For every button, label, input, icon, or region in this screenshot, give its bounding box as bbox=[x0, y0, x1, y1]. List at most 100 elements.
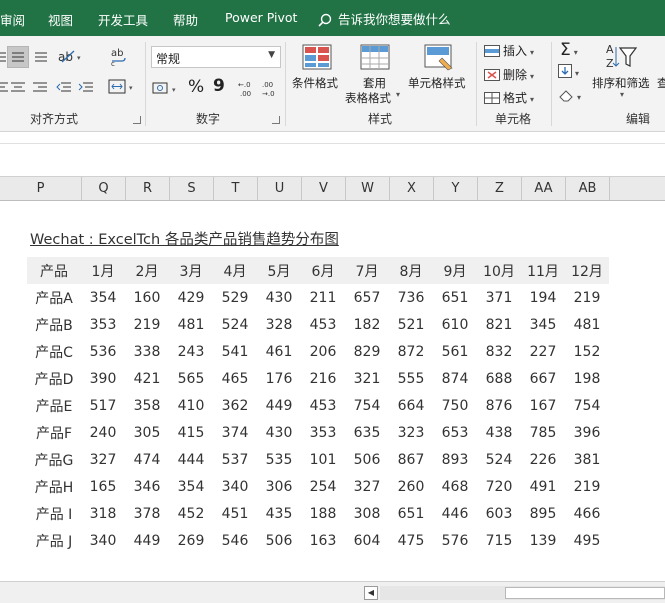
number-format-select[interactable]: 常规 ▼ bbox=[151, 46, 281, 68]
sales-value-cell[interactable]: 736 bbox=[389, 284, 433, 311]
table-header-cell[interactable]: 7月 bbox=[345, 257, 389, 284]
sales-value-cell[interactable]: 521 bbox=[389, 311, 433, 338]
insert-cells-button[interactable]: 插入 ▾ bbox=[484, 42, 534, 59]
sales-value-cell[interactable]: 421 bbox=[125, 365, 169, 392]
table-header-cell[interactable]: 10月 bbox=[477, 257, 521, 284]
sales-value-cell[interactable]: 529 bbox=[213, 284, 257, 311]
product-name-cell[interactable]: 产品B bbox=[27, 311, 81, 338]
tab-power-pivot[interactable]: Power Pivot bbox=[225, 10, 297, 25]
sales-value-cell[interactable]: 537 bbox=[213, 446, 257, 473]
sales-value-cell[interactable]: 451 bbox=[213, 500, 257, 527]
sales-value-cell[interactable]: 495 bbox=[565, 527, 609, 554]
sales-value-cell[interactable]: 750 bbox=[433, 392, 477, 419]
sales-value-cell[interactable]: 254 bbox=[301, 473, 345, 500]
align-bottom-icon[interactable] bbox=[34, 51, 48, 63]
find-select-button[interactable]: 查 bbox=[657, 75, 665, 91]
fill-button[interactable]: ▾ bbox=[558, 64, 579, 79]
column-header[interactable]: Q bbox=[82, 177, 126, 200]
tab-review[interactable]: 审阅 bbox=[0, 10, 25, 29]
sales-value-cell[interactable]: 338 bbox=[125, 338, 169, 365]
column-header[interactable]: V bbox=[302, 177, 346, 200]
table-header-cell[interactable]: 11月 bbox=[521, 257, 565, 284]
clear-button[interactable]: ▾ bbox=[558, 88, 581, 103]
table-header-cell[interactable]: 9月 bbox=[433, 257, 477, 284]
sales-value-cell[interactable]: 449 bbox=[125, 527, 169, 554]
sales-value-cell[interactable]: 506 bbox=[345, 446, 389, 473]
sales-value-cell[interactable]: 346 bbox=[125, 473, 169, 500]
sales-value-cell[interactable]: 390 bbox=[81, 365, 125, 392]
sales-value-cell[interactable]: 720 bbox=[477, 473, 521, 500]
sales-value-cell[interactable]: 475 bbox=[389, 527, 433, 554]
percent-style-button[interactable]: % bbox=[188, 77, 204, 97]
table-header-cell[interactable]: 12月 bbox=[565, 257, 609, 284]
sales-value-cell[interactable]: 318 bbox=[81, 500, 125, 527]
sales-value-cell[interactable]: 893 bbox=[433, 446, 477, 473]
sales-value-cell[interactable]: 754 bbox=[565, 392, 609, 419]
sales-value-cell[interactable]: 227 bbox=[521, 338, 565, 365]
sales-value-cell[interactable]: 832 bbox=[477, 338, 521, 365]
autosum-button[interactable]: Σ ▾ bbox=[560, 40, 578, 60]
sales-value-cell[interactable]: 444 bbox=[169, 446, 213, 473]
sales-value-cell[interactable]: 381 bbox=[565, 446, 609, 473]
sales-value-cell[interactable]: 327 bbox=[345, 473, 389, 500]
sales-value-cell[interactable]: 378 bbox=[125, 500, 169, 527]
sales-value-cell[interactable]: 340 bbox=[81, 527, 125, 554]
sales-value-cell[interactable]: 328 bbox=[257, 311, 301, 338]
sales-value-cell[interactable]: 198 bbox=[565, 365, 609, 392]
sales-value-cell[interactable]: 604 bbox=[345, 527, 389, 554]
product-name-cell[interactable]: 产品E bbox=[27, 392, 81, 419]
sales-value-cell[interactable]: 576 bbox=[433, 527, 477, 554]
sales-value-cell[interactable]: 374 bbox=[213, 419, 257, 446]
sales-value-cell[interactable]: 895 bbox=[521, 500, 565, 527]
column-header[interactable]: AA bbox=[522, 177, 566, 200]
sales-value-cell[interactable]: 139 bbox=[521, 527, 565, 554]
sales-value-cell[interactable]: 465 bbox=[213, 365, 257, 392]
table-header-cell[interactable]: 2月 bbox=[125, 257, 169, 284]
sales-value-cell[interactable]: 664 bbox=[389, 392, 433, 419]
sales-value-cell[interactable]: 165 bbox=[81, 473, 125, 500]
sales-value-cell[interactable]: 101 bbox=[301, 446, 345, 473]
table-header-cell[interactable]: 1月 bbox=[81, 257, 125, 284]
sales-value-cell[interactable]: 353 bbox=[81, 311, 125, 338]
sales-value-cell[interactable]: 481 bbox=[565, 311, 609, 338]
product-name-cell[interactable]: 产品F bbox=[27, 419, 81, 446]
sales-value-cell[interactable]: 754 bbox=[345, 392, 389, 419]
column-header[interactable]: X bbox=[390, 177, 434, 200]
align-top-icon[interactable] bbox=[0, 50, 8, 64]
table-header-cell[interactable]: 6月 bbox=[301, 257, 345, 284]
format-as-table-icon[interactable] bbox=[360, 44, 392, 72]
cell-styles-icon[interactable] bbox=[424, 44, 456, 72]
sales-value-cell[interactable]: 429 bbox=[169, 284, 213, 311]
sales-value-cell[interactable]: 474 bbox=[125, 446, 169, 473]
sales-value-cell[interactable]: 240 bbox=[81, 419, 125, 446]
sales-value-cell[interactable]: 226 bbox=[521, 446, 565, 473]
scroll-left-button[interactable]: ◀ bbox=[364, 586, 378, 600]
table-header-cell[interactable]: 3月 bbox=[169, 257, 213, 284]
sales-value-cell[interactable]: 688 bbox=[477, 365, 521, 392]
sales-value-cell[interactable]: 308 bbox=[345, 500, 389, 527]
format-as-table-line1[interactable]: 套用 bbox=[363, 75, 386, 91]
sales-value-cell[interactable]: 461 bbox=[257, 338, 301, 365]
sales-value-cell[interactable]: 541 bbox=[213, 338, 257, 365]
sales-value-cell[interactable]: 491 bbox=[521, 473, 565, 500]
sales-value-cell[interactable]: 435 bbox=[257, 500, 301, 527]
sales-value-cell[interactable]: 327 bbox=[81, 446, 125, 473]
tab-help[interactable]: 帮助 bbox=[173, 10, 198, 29]
sales-value-cell[interactable]: 657 bbox=[345, 284, 389, 311]
sales-value-cell[interactable]: 610 bbox=[433, 311, 477, 338]
sales-value-cell[interactable]: 867 bbox=[389, 446, 433, 473]
sales-value-cell[interactable]: 353 bbox=[301, 419, 345, 446]
sales-value-cell[interactable]: 466 bbox=[565, 500, 609, 527]
align-right-icon[interactable] bbox=[32, 80, 48, 94]
align-center-icon[interactable] bbox=[10, 80, 26, 94]
sales-value-cell[interactable]: 206 bbox=[301, 338, 345, 365]
sales-value-cell[interactable]: 216 bbox=[301, 365, 345, 392]
sales-value-cell[interactable]: 715 bbox=[477, 527, 521, 554]
sales-value-cell[interactable]: 410 bbox=[169, 392, 213, 419]
sales-value-cell[interactable]: 219 bbox=[125, 311, 169, 338]
tab-developer[interactable]: 开发工具 bbox=[98, 10, 148, 29]
merge-center-icon[interactable]: ▾ bbox=[108, 79, 138, 95]
cell-styles-button[interactable]: 单元格样式 bbox=[408, 75, 466, 91]
table-header-cell[interactable]: 5月 bbox=[257, 257, 301, 284]
sales-value-cell[interactable]: 415 bbox=[169, 419, 213, 446]
